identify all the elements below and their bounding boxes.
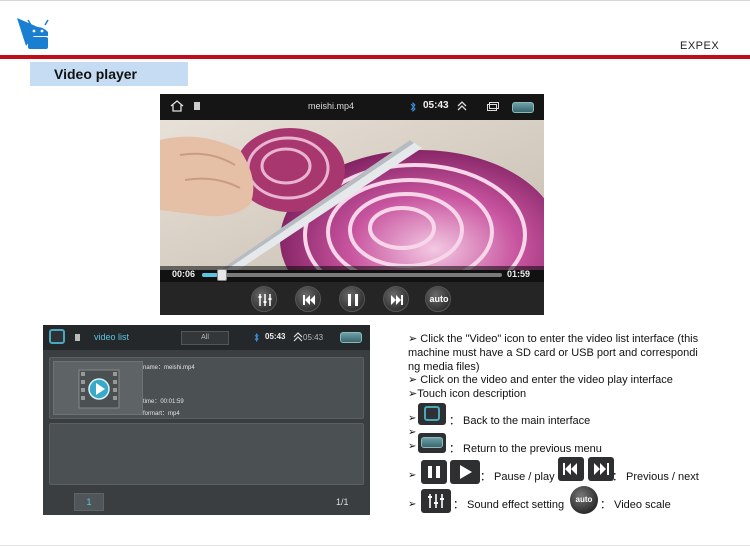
instruction-line-3: ng media files) — [408, 361, 480, 373]
home-tile-inner — [424, 406, 440, 421]
video-name: name：meishi.mp4 — [143, 365, 195, 371]
bluetooth-icon — [254, 333, 259, 342]
header-red-rule — [0, 55, 750, 59]
pagination: 1 1/1 — [43, 489, 370, 515]
video-list-screenshot: video list All 05:43 05:43 name：meishi.m… — [43, 325, 370, 515]
pause-button[interactable] — [339, 286, 365, 312]
sd-card-icon — [75, 334, 80, 341]
play-tile-icon — [450, 460, 480, 484]
back-tile-icon — [418, 433, 446, 453]
top-divider — [0, 0, 750, 1]
total-duration: 01:59 — [507, 269, 531, 279]
equalizer-button[interactable] — [251, 286, 277, 312]
instruction-line-4: ➢ Click on the video and enter the video… — [408, 374, 673, 386]
equalizer-icon — [258, 294, 272, 306]
video-list-status-bar: video list All 05:43 05:43 — [43, 325, 370, 350]
video-frame-onion-cutting — [160, 120, 544, 270]
video-scale-description: ： Video scale — [600, 499, 671, 511]
video-player-screenshot: meishi.mp4 05:43 00:06 01:59 auto — [160, 94, 544, 315]
video-format: formart：mp4 — [143, 411, 180, 417]
video-thumbnail — [53, 361, 143, 415]
bullet-arrow-icon: ➢ — [408, 427, 417, 438]
video-list-clock: 05:43 — [265, 332, 286, 341]
page-button[interactable]: 1 — [74, 493, 104, 511]
previous-button[interactable] — [295, 286, 321, 312]
instruction-line-1: ➢ Click the "Video" icon to enter the vi… — [408, 333, 699, 345]
windows-icon[interactable] — [487, 102, 499, 111]
brand-name: EXPEX — [680, 40, 720, 52]
player-status-bar: meishi.mp4 05:43 — [160, 94, 544, 120]
seek-progress — [202, 273, 217, 277]
video-scale-button[interactable]: auto — [425, 286, 451, 312]
back-icon[interactable] — [340, 332, 362, 343]
next-tile-icon — [588, 457, 614, 481]
double-chevron-up-icon[interactable] — [293, 332, 303, 342]
seek-handle[interactable] — [217, 269, 227, 281]
double-chevron-up-icon[interactable] — [456, 100, 468, 112]
home-description: ： Back to the main interface — [449, 415, 591, 427]
player-file-name: meishi.mp4 — [308, 101, 355, 111]
bottom-divider — [0, 545, 750, 546]
back-description: ： Return to the previous menu — [449, 443, 602, 455]
seek-bar[interactable] — [202, 269, 502, 281]
sound-effect-description: ： Sound effect setting — [453, 499, 565, 511]
instruction-line-5: ➢Touch icon description — [408, 388, 527, 400]
pause-icon — [348, 294, 358, 306]
bluetooth-icon — [410, 102, 416, 112]
bullet-arrow-icon: ➢ — [408, 499, 417, 510]
video-list-title: video list — [94, 332, 130, 342]
back-icon[interactable] — [512, 102, 534, 113]
bullet-arrow-icon: ➢ — [408, 470, 417, 481]
elapsed-time: 00:06 — [172, 269, 196, 279]
film-play-icon — [78, 369, 120, 409]
next-icon — [391, 295, 403, 305]
previous-next-description: ： Previous / next — [612, 471, 699, 483]
video-scale-label: auto — [429, 294, 449, 304]
equalizer-tile-icon — [421, 489, 451, 513]
section-title-box: Video player — [30, 62, 188, 86]
list-item[interactable]: name：meishi.mp4 time：00:01:59 formart：mp… — [49, 357, 364, 419]
home-tile-icon[interactable] — [49, 329, 65, 344]
android-robot-logo — [17, 18, 49, 49]
instruction-line-2: machine must have a SD card or USB port … — [408, 347, 698, 359]
empty-list-slot — [49, 423, 364, 485]
previous-tile-icon — [558, 457, 584, 481]
home-icon[interactable] — [170, 100, 184, 112]
player-clock: 05:43 — [423, 100, 449, 111]
seek-row: 00:06 01:59 — [160, 266, 544, 282]
pause-tile-icon — [421, 460, 447, 484]
back-tile-inner — [421, 437, 443, 448]
bullet-arrow-icon: ➢ — [408, 441, 417, 452]
auto-scale-icon: auto — [570, 486, 598, 514]
auto-scale-label: auto — [575, 495, 593, 504]
next-button[interactable] — [383, 286, 409, 312]
page-count: 1/1 — [336, 497, 349, 507]
previous-icon — [303, 295, 315, 305]
pause-play-description: ： Pause / play — [480, 471, 555, 483]
video-list-clock-overlay: 05:43 — [303, 333, 324, 342]
section-title: Video player — [54, 66, 138, 82]
tab-all[interactable]: All — [181, 331, 229, 345]
sd-card-icon — [194, 102, 200, 110]
home-tile-icon — [418, 403, 446, 425]
bullet-arrow-icon: ➢ — [408, 413, 417, 424]
video-time: time：00:01:59 — [143, 399, 184, 405]
manual-page: EXPEX Video player meishi.mp4 05:43 00:0… — [0, 0, 750, 548]
player-controls: auto — [160, 282, 544, 315]
